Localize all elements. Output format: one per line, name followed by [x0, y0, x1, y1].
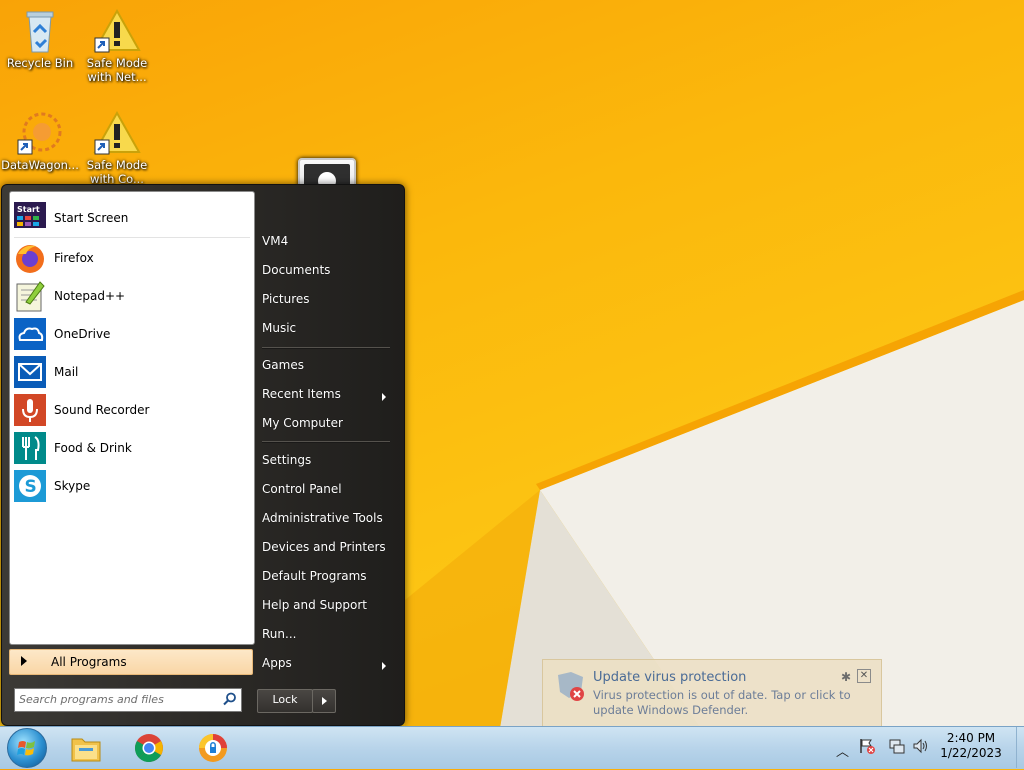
- mail-icon: [14, 356, 46, 388]
- program-notepadpp[interactable]: Notepad++: [14, 278, 250, 314]
- search-icon[interactable]: [223, 692, 237, 706]
- action-center-flag-icon[interactable]: [858, 737, 876, 755]
- defender-warning-icon: [558, 672, 584, 701]
- program-list: Start Start Screen Firefox Notepad++ One…: [9, 191, 255, 645]
- desktop-icon-safe-mode-command[interactable]: Safe Mode with Co...: [77, 110, 157, 186]
- start-button[interactable]: [7, 728, 47, 768]
- program-label: Mail: [54, 365, 79, 379]
- program-firefox[interactable]: Firefox: [14, 240, 250, 276]
- divider: [262, 347, 390, 349]
- menu-item-run[interactable]: Run...: [262, 627, 392, 649]
- program-food-drink[interactable]: Food & Drink: [14, 430, 250, 466]
- menu-item-games[interactable]: Games: [262, 358, 392, 380]
- program-sound-recorder[interactable]: Sound Recorder: [14, 392, 250, 428]
- desktop-icon-label: Recycle Bin: [6, 56, 74, 70]
- notification-title: Update virus protection: [593, 670, 747, 685]
- menu-item-default-programs[interactable]: Default Programs: [262, 569, 392, 591]
- taskbar-lock-app[interactable]: [186, 727, 242, 769]
- program-label: Firefox: [54, 251, 94, 265]
- notepadpp-icon: [16, 281, 45, 312]
- taskbar-chrome[interactable]: [122, 727, 178, 769]
- desktop-icon-safe-mode-network[interactable]: Safe Mode with Net...: [77, 8, 157, 84]
- firefox-icon: [16, 245, 44, 273]
- desktop-icon-recycle-bin[interactable]: Recycle Bin: [0, 8, 80, 70]
- show-desktop-button[interactable]: [1016, 727, 1024, 768]
- recycle-bin-icon: [26, 11, 54, 53]
- volume-icon[interactable]: [912, 737, 930, 755]
- lock-app-icon: [199, 734, 227, 762]
- chrome-icon: [135, 734, 163, 763]
- divider: [262, 441, 390, 443]
- program-label: Skype: [54, 479, 91, 493]
- date-text: 1/22/2023: [940, 746, 1002, 760]
- svg-text:S: S: [25, 477, 37, 497]
- menu-item-administrative-tools[interactable]: Administrative Tools: [262, 511, 392, 533]
- taskbar-file-explorer[interactable]: [58, 727, 114, 769]
- clock[interactable]: 2:40 PM 1/22/2023: [936, 731, 1006, 761]
- microphone-icon: [14, 394, 46, 426]
- menu-item-devices-and-printers[interactable]: Devices and Printers: [262, 540, 392, 562]
- program-start-screen[interactable]: Start Start Screen: [14, 200, 250, 236]
- start-screen-icon: Start: [14, 202, 46, 228]
- submenu-arrow-icon: [382, 662, 386, 670]
- arrow-right-icon: [21, 656, 27, 666]
- program-label: Sound Recorder: [54, 403, 150, 417]
- warning-icon: [93, 110, 141, 155]
- show-hidden-icons-chevron-icon[interactable]: ︿: [836, 741, 849, 760]
- desktop-icon-label: Safe Mode with Net...: [86, 56, 148, 84]
- menu-item-settings[interactable]: Settings: [262, 453, 392, 475]
- desktop-icon-label: DataWagon...: [1, 158, 79, 172]
- menu-item-recent-items[interactable]: Recent Items: [262, 387, 392, 409]
- program-label: Notepad++: [54, 289, 126, 303]
- menu-item-pictures[interactable]: Pictures: [262, 292, 392, 314]
- desktop-icon-label: Safe Mode with Co...: [86, 158, 148, 186]
- program-onedrive[interactable]: OneDrive: [14, 316, 250, 352]
- program-skype[interactable]: S Skype: [14, 468, 250, 504]
- menu-item-apps[interactable]: Apps: [262, 656, 392, 678]
- menu-item-documents[interactable]: Documents: [262, 263, 392, 285]
- food-drink-icon: [14, 432, 46, 464]
- program-mail[interactable]: Mail: [14, 354, 250, 390]
- menu-item-music[interactable]: Music: [262, 321, 392, 343]
- desktop-icon-datawagon[interactable]: DataWagon...: [0, 110, 80, 172]
- menu-item-control-panel[interactable]: Control Panel: [262, 482, 392, 504]
- network-icon[interactable]: [888, 737, 906, 755]
- onedrive-icon: [14, 318, 46, 350]
- windows-logo-icon: [17, 741, 35, 756]
- warning-icon: [93, 8, 141, 53]
- gear-icon[interactable]: ✱: [841, 670, 851, 684]
- divider: [14, 237, 250, 238]
- submenu-arrow-icon: [382, 393, 386, 401]
- lock-button[interactable]: Lock: [257, 689, 313, 713]
- menu-item-my-computer[interactable]: My Computer: [262, 416, 392, 438]
- search-input[interactable]: [19, 691, 215, 707]
- search-box: [14, 688, 242, 712]
- program-label: OneDrive: [54, 327, 111, 341]
- program-label: Food & Drink: [54, 441, 132, 455]
- datawagon-icon: [17, 112, 62, 155]
- notification-balloon[interactable]: Update virus protection Virus protection…: [542, 659, 882, 727]
- program-label: Start Screen: [54, 211, 129, 225]
- power-options-button[interactable]: [312, 689, 336, 713]
- file-explorer-icon: [71, 738, 101, 762]
- skype-icon: S: [14, 470, 46, 502]
- menu-item-vm4[interactable]: VM4: [262, 234, 392, 256]
- menu-item-help-and-support[interactable]: Help and Support: [262, 598, 392, 620]
- time-text: 2:40 PM: [946, 731, 996, 745]
- all-programs-button[interactable]: All Programs: [9, 649, 253, 675]
- close-icon[interactable]: ✕: [857, 669, 871, 683]
- arrow-right-icon: [322, 697, 327, 705]
- notification-message: Virus protection is out of date. Tap or …: [593, 688, 851, 717]
- svg-text:Start: Start: [17, 205, 40, 214]
